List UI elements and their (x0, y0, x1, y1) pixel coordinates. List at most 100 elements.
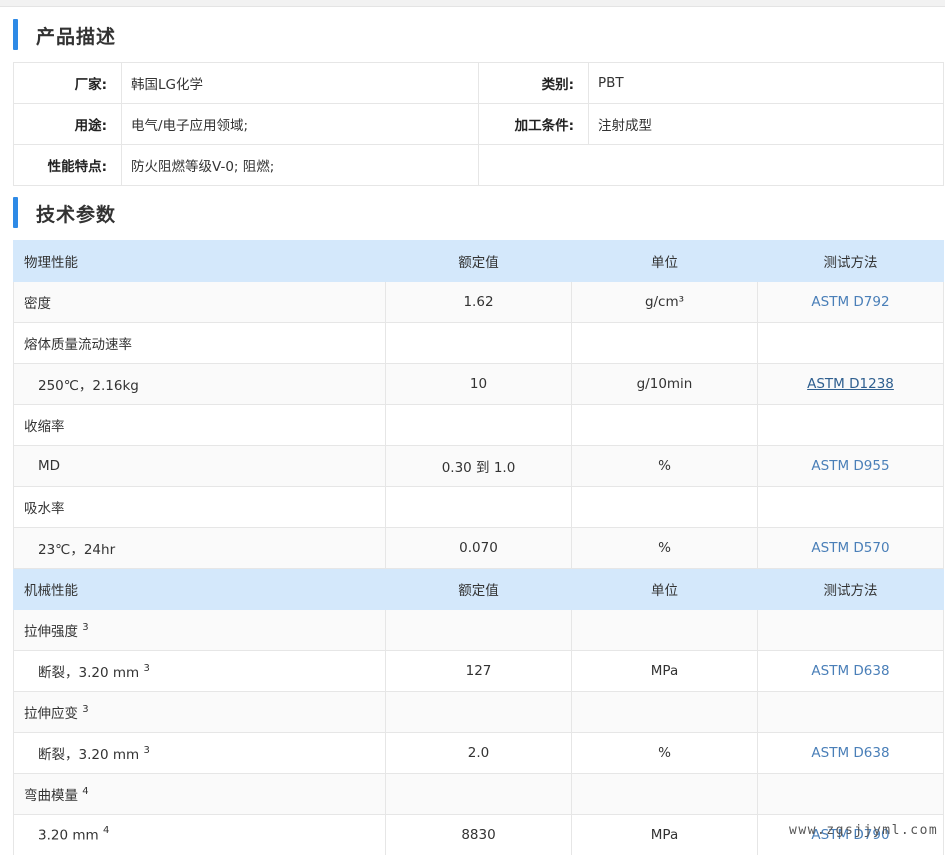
desc-key: 厂家: (13, 62, 122, 104)
section-accent-bar (13, 197, 18, 228)
desc-value: 注射成型 (588, 103, 944, 145)
empty-cell (385, 691, 572, 733)
property-condition: 250℃，2.16kg (13, 363, 386, 405)
header-cell: 物理性能 (13, 240, 386, 282)
empty-cell (571, 404, 758, 446)
desc-row: 性能特点: 防火阻燃等级V-0; 阻燃; (13, 144, 944, 186)
empty-cell (757, 691, 944, 733)
property-group-name: 收缩率 (13, 404, 386, 446)
table-row: 密度 1.62 g/cm³ ASTM D792 (13, 281, 944, 323)
property-condition: 断裂，3.20 mm (38, 747, 140, 763)
empty-cell (571, 691, 758, 733)
header-cell: 额定值 (385, 568, 572, 610)
table-row: 23℃，24hr 0.070 % ASTM D570 (13, 527, 944, 569)
header-cell: 额定值 (385, 240, 572, 282)
property-condition-cell: 3.20 mm 4 (13, 814, 386, 855)
property-condition: 3.20 mm (38, 827, 99, 844)
desc-key: 类别: (478, 62, 589, 104)
test-method-cell: ASTM D638 (757, 650, 944, 692)
test-method-cell: ASTM D792 (757, 281, 944, 323)
property-value: 0.070 (385, 527, 572, 569)
table-row: 吸水率 (13, 486, 944, 528)
test-method-link[interactable]: ASTM D638 (811, 663, 889, 679)
property-group-cell: 弯曲模量 4 (13, 773, 386, 815)
section-accent-bar (13, 19, 18, 50)
empty-cell (385, 322, 572, 364)
test-method-cell: ASTM D570 (757, 527, 944, 569)
header-cell: 单位 (571, 240, 758, 282)
property-condition: 断裂，3.20 mm (38, 665, 140, 681)
desc-empty-cell (478, 144, 944, 186)
table-row: MD 0.30 到 1.0 % ASTM D955 (13, 445, 944, 487)
empty-cell (385, 486, 572, 528)
section-title-text: 产品描述 (36, 25, 117, 48)
empty-cell (385, 609, 572, 651)
header-cell: 单位 (571, 568, 758, 610)
table-row: 弯曲模量 4 (13, 773, 944, 815)
property-unit: % (571, 732, 758, 774)
desc-value: 电气/电子应用领域; (121, 103, 479, 145)
section-title-text: 技术参数 (36, 203, 117, 226)
empty-cell (757, 773, 944, 815)
test-method-cell: ASTM D1238 (757, 363, 944, 405)
desc-value: PBT (588, 62, 944, 104)
property-unit: % (571, 527, 758, 569)
property-unit: g/10min (571, 363, 758, 405)
empty-cell (571, 486, 758, 528)
desc-key: 性能特点: (13, 144, 122, 186)
test-method-link[interactable]: ASTM D638 (811, 745, 889, 761)
test-method-cell: ASTM D955 (757, 445, 944, 487)
empty-cell (757, 486, 944, 528)
test-method-cell: ASTM D638 (757, 732, 944, 774)
empty-cell (757, 609, 944, 651)
empty-cell (385, 773, 572, 815)
property-value: 0.30 到 1.0 (385, 445, 572, 487)
test-method-link[interactable]: ASTM D570 (811, 540, 889, 556)
property-unit: g/cm³ (571, 281, 758, 323)
desc-value: 韩国LG化学 (121, 62, 479, 104)
content: 产品描述 厂家: 韩国LG化学 类别: PBT 用途: 电气/电子应用领域; 加… (13, 8, 944, 855)
section-title-tech: 技术参数 (13, 186, 943, 240)
header-cell: 测试方法 (757, 568, 944, 610)
property-condition: 23℃，24hr (13, 527, 386, 569)
table-row: 拉伸强度 3 (13, 609, 944, 651)
desc-key: 加工条件: (478, 103, 589, 145)
table-row: 收缩率 (13, 404, 944, 446)
table-row: 断裂，3.20 mm 3 127 MPa ASTM D638 (13, 650, 944, 692)
property-group-name: 吸水率 (13, 486, 386, 528)
test-method-link[interactable]: ASTM D1238 (807, 376, 894, 392)
section-title-description: 产品描述 (13, 8, 943, 62)
property-condition-cell: 断裂，3.20 mm 3 (13, 732, 386, 774)
empty-cell (571, 773, 758, 815)
table-row: 断裂，3.20 mm 3 2.0 % ASTM D638 (13, 732, 944, 774)
top-bar (0, 0, 945, 7)
property-value: 2.0 (385, 732, 572, 774)
property-group-cell: 拉伸应变 3 (13, 691, 386, 733)
footnote-ref: 3 (143, 744, 150, 756)
description-table: 厂家: 韩国LG化学 类别: PBT 用途: 电气/电子应用领域; 加工条件: … (13, 62, 944, 186)
empty-cell (757, 322, 944, 364)
watermark: www.zgsjjyml.com (789, 823, 939, 838)
property-value: 1.62 (385, 281, 572, 323)
test-method-link[interactable]: ASTM D955 (811, 458, 889, 474)
empty-cell (571, 322, 758, 364)
property-group-name: 拉伸强度 (24, 624, 78, 640)
empty-cell (385, 404, 572, 446)
property-unit: % (571, 445, 758, 487)
footnote-ref: 4 (102, 825, 110, 837)
test-method-link[interactable]: ASTM D792 (811, 294, 889, 310)
desc-row: 厂家: 韩国LG化学 类别: PBT (13, 62, 944, 104)
table-row: 250℃，2.16kg 10 g/10min ASTM D1238 (13, 363, 944, 405)
table-row: 熔体质量流动速率 (13, 322, 944, 364)
property-group-name: 弯曲模量 (24, 788, 78, 804)
property-value: 127 (385, 650, 572, 692)
footnote-ref: 3 (82, 703, 89, 715)
property-value: 10 (385, 363, 572, 405)
property-group-name: 熔体质量流动速率 (13, 322, 386, 364)
desc-value: 防火阻燃等级V-0; 阻燃; (121, 144, 479, 186)
footnote-ref: 3 (82, 621, 89, 633)
property-unit: MPa (571, 814, 758, 855)
property-name: 密度 (13, 281, 386, 323)
desc-row: 用途: 电气/电子应用领域; 加工条件: 注射成型 (13, 103, 944, 145)
footnote-ref: 4 (82, 785, 89, 797)
